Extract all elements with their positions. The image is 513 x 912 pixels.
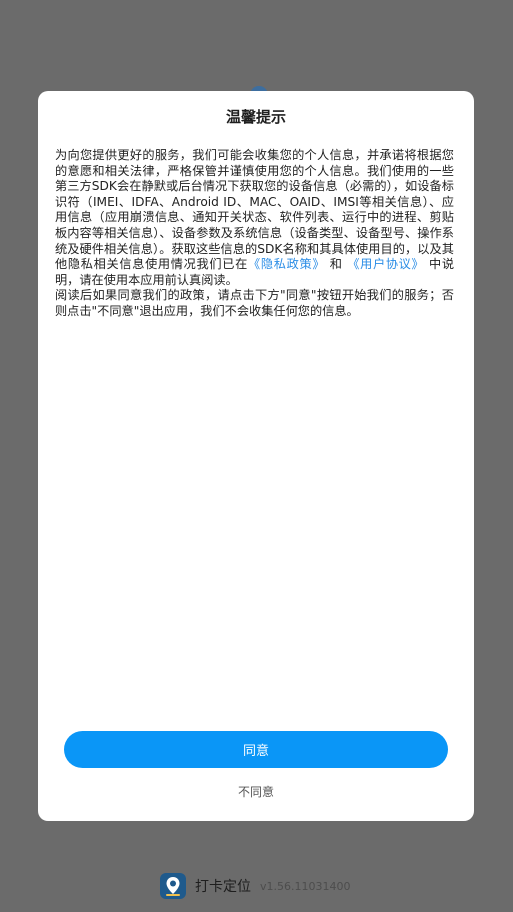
- app-footer: 打卡定位 v1.56.11031400: [160, 872, 351, 900]
- user-agreement-link[interactable]: 《用户协议》: [347, 257, 424, 271]
- privacy-policy-link[interactable]: 《隐私政策》: [248, 257, 325, 271]
- location-pin-icon: [160, 873, 186, 899]
- agree-button[interactable]: 同意: [64, 731, 448, 768]
- and-text: 和: [329, 257, 343, 272]
- disagree-button[interactable]: 不同意: [206, 781, 306, 801]
- privacy-dialog: 温馨提示 为向您提供更好的服务，我们可能会收集您的个人信息，并承诺将根据您的意愿…: [38, 91, 474, 821]
- consent-paragraph: 阅读后如果同意我们的政策，请点击下方"同意"按钮开始我们的服务；否则点击"不同意…: [55, 288, 454, 318]
- dialog-body: 为向您提供更好的服务，我们可能会收集您的个人信息，并承诺将根据您的意愿和相关法律…: [55, 148, 454, 320]
- app-version: v1.56.11031400: [260, 879, 351, 893]
- policy-text: 为向您提供更好的服务，我们可能会收集您的个人信息，并承诺将根据您的意愿和相关法律…: [55, 148, 454, 272]
- policy-paragraph: 为向您提供更好的服务，我们可能会收集您的个人信息，并承诺将根据您的意愿和相关法律…: [55, 148, 454, 288]
- app-name: 打卡定位: [195, 879, 251, 895]
- dialog-title: 温馨提示: [225, 108, 286, 126]
